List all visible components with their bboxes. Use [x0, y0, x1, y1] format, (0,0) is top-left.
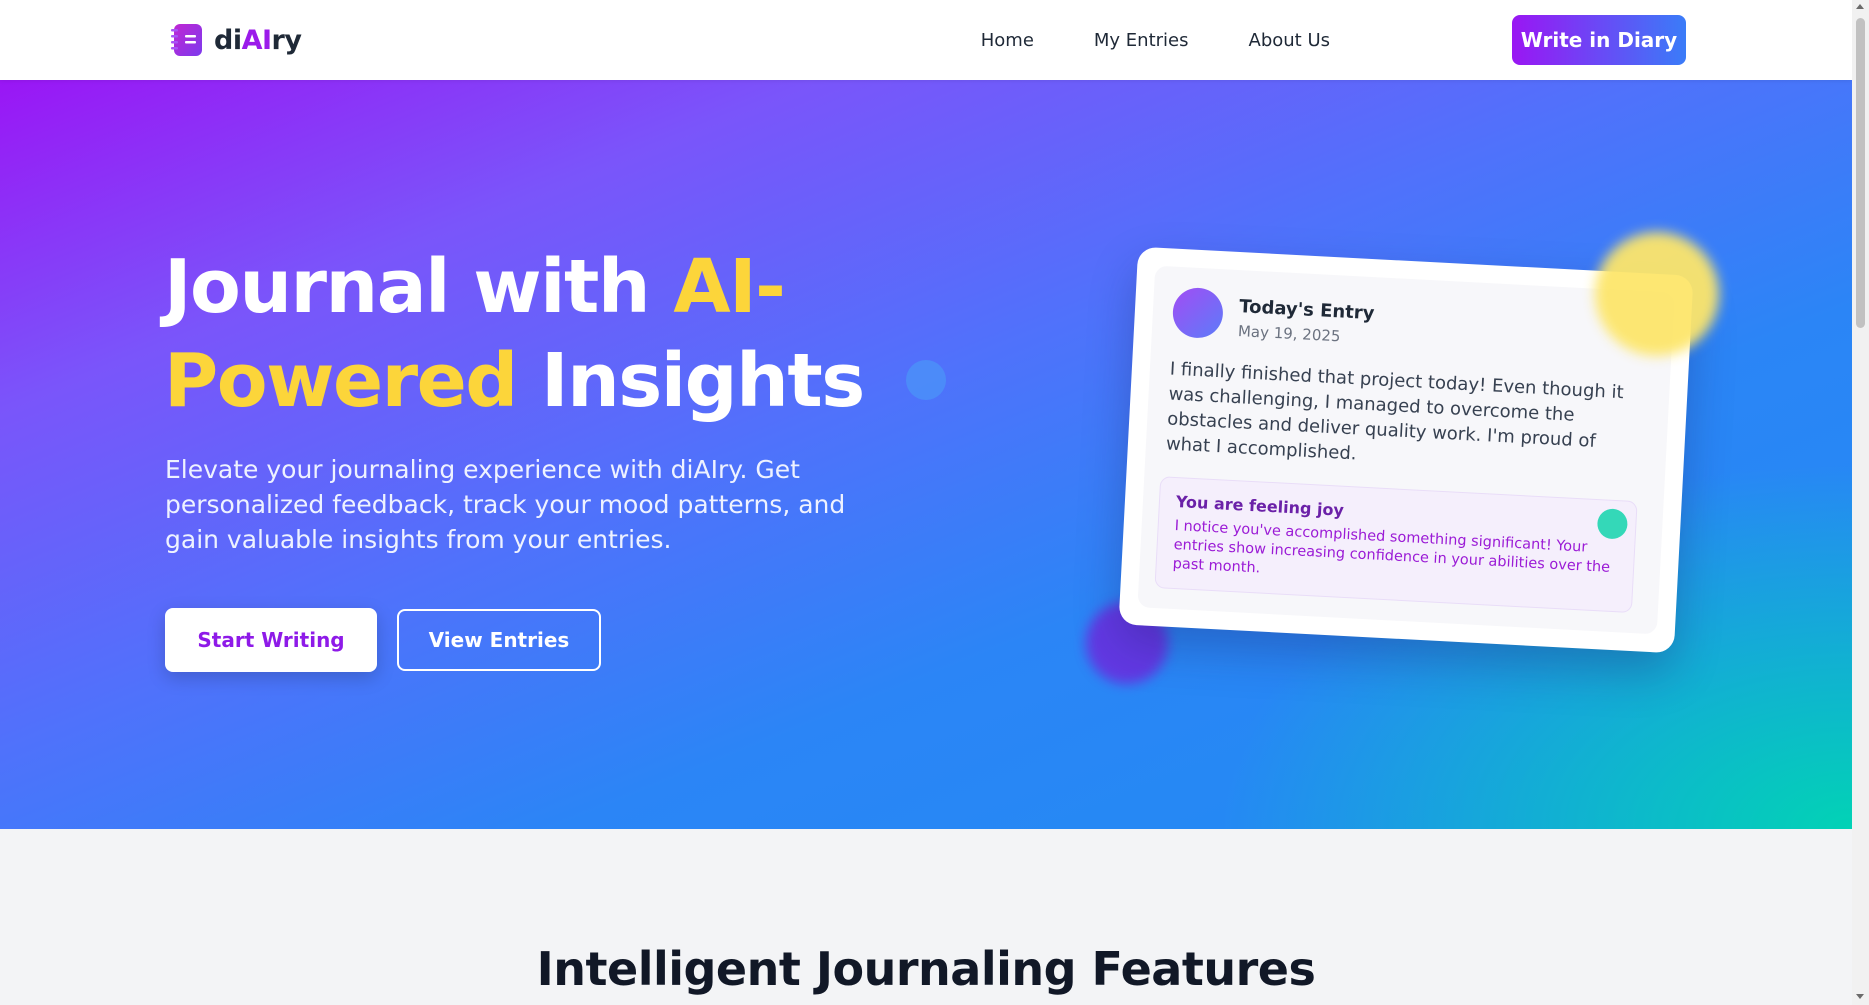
notebook-icon	[168, 21, 206, 59]
page: diAIry Home My Entries About Us Write in…	[0, 0, 1852, 1005]
mood-indicator-dot	[1596, 508, 1629, 540]
logo-text: diAIry	[214, 24, 302, 56]
nav-link-about-us[interactable]: About Us	[1249, 30, 1331, 51]
hero-section: Journal with AI- Powered Insights Elevate…	[0, 80, 1852, 829]
nav-link-home[interactable]: Home	[981, 30, 1034, 51]
avatar	[1171, 286, 1225, 340]
scroll-up-arrow-icon[interactable]	[1856, 4, 1864, 9]
scroll-thumb[interactable]	[1856, 18, 1865, 328]
scroll-down-arrow-icon[interactable]	[1856, 994, 1864, 999]
view-entries-button[interactable]: View Entries	[397, 609, 601, 671]
features-title: Intelligent Journaling Features	[536, 942, 1316, 996]
navbar: diAIry Home My Entries About Us Write in…	[0, 0, 1852, 80]
scrollbar[interactable]	[1852, 0, 1869, 1005]
entry-date: May 19, 2025	[1237, 322, 1341, 346]
hero-title: Journal with AI- Powered Insights	[164, 244, 865, 424]
entry-title: Today's Entry	[1238, 296, 1375, 325]
decorative-dot	[906, 360, 946, 400]
ai-feeling-box: You are feeling joy I notice you've acco…	[1154, 476, 1638, 614]
decorative-yellow-blob	[1595, 232, 1719, 356]
write-in-diary-button[interactable]: Write in Diary	[1512, 15, 1686, 65]
entry-text: I finally finished that project today! E…	[1165, 358, 1625, 465]
hero-subtitle: Elevate your journaling experience with …	[165, 455, 846, 554]
entry-card-inner: Today's Entry May 19, 2025 I finally fin…	[1137, 265, 1675, 635]
nav-link-my-entries[interactable]: My Entries	[1094, 30, 1189, 51]
logo[interactable]: diAIry	[168, 21, 302, 59]
start-writing-button[interactable]: Start Writing	[165, 608, 377, 672]
nav-links: Home My Entries About Us	[981, 0, 1330, 80]
